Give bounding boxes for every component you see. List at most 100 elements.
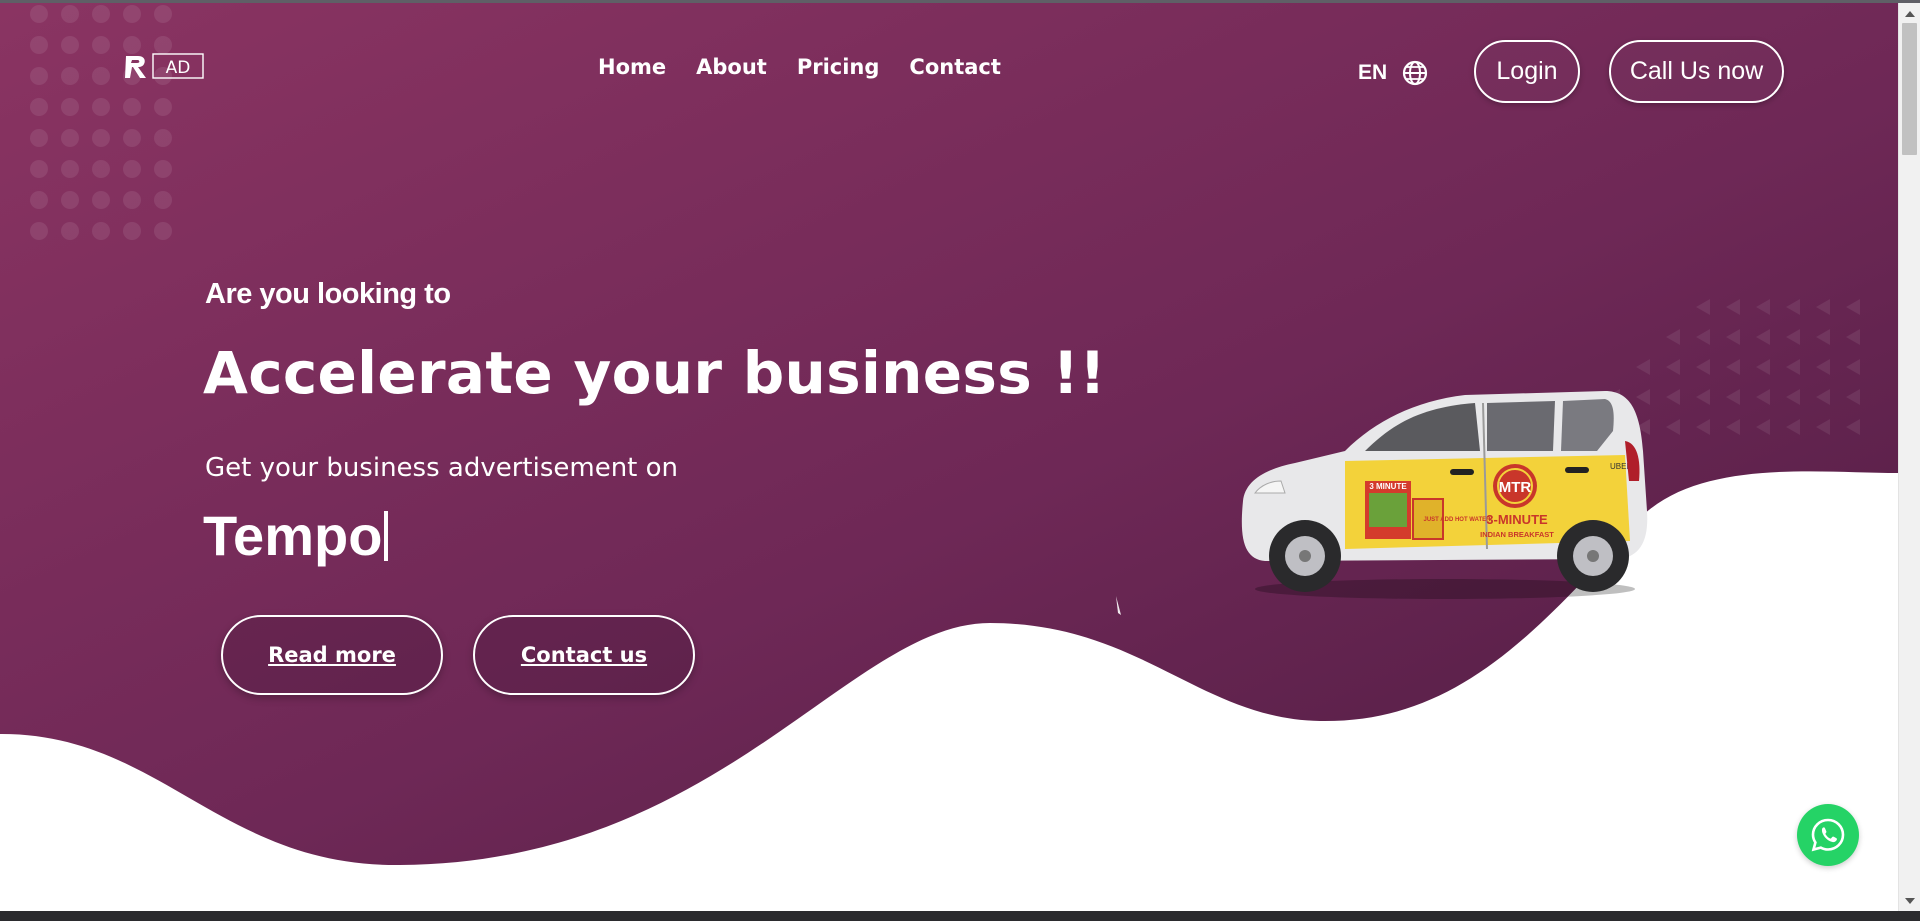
pattern-triangle — [1696, 419, 1710, 435]
advertised-car-image: 3 MINUTE JUST ADD HOT WATER MTR 3-MINUTE… — [1241, 391, 1648, 599]
nav-home[interactable]: Home — [598, 55, 666, 79]
scroll-down-arrow-icon[interactable] — [1905, 898, 1915, 904]
pattern-dot — [92, 222, 110, 240]
pattern-dot — [154, 5, 172, 23]
hero-section: AD Home About Pricing Contact EN Login C… — [0, 3, 1898, 911]
pattern-triangle — [1696, 329, 1710, 345]
pattern-dot — [154, 98, 172, 116]
page-scrollbar[interactable] — [1898, 3, 1920, 911]
pattern-triangle — [1726, 359, 1740, 375]
pattern-dot — [154, 160, 172, 178]
pattern-dot — [123, 129, 141, 147]
pattern-triangle — [1756, 419, 1770, 435]
pattern-triangle — [1786, 329, 1800, 345]
car-ad-tagline: 3-MINUTE — [1486, 512, 1548, 527]
scroll-up-arrow-icon[interactable] — [1905, 11, 1915, 17]
pattern-dot — [92, 129, 110, 147]
pattern-dot — [30, 5, 48, 23]
read-more-button[interactable]: Read more — [221, 615, 443, 695]
pattern-dot — [92, 191, 110, 209]
pattern-dot — [30, 160, 48, 178]
car-pack-note: JUST ADD HOT WATER — [1424, 517, 1492, 523]
pattern-triangle — [1666, 359, 1680, 375]
hero-headline: Accelerate your business !! — [203, 339, 1107, 407]
pattern-triangle — [1786, 359, 1800, 375]
pattern-dot — [123, 191, 141, 209]
pattern-triangle — [1816, 419, 1830, 435]
call-us-button[interactable]: Call Us now — [1609, 40, 1784, 103]
pattern-dot — [61, 67, 79, 85]
pattern-triangle — [1846, 419, 1860, 435]
pattern-triangle — [1846, 299, 1860, 315]
nav-pricing[interactable]: Pricing — [797, 55, 880, 79]
pattern-dot — [123, 160, 141, 178]
pattern-triangle — [1786, 389, 1800, 405]
pattern-dot — [61, 98, 79, 116]
pattern-dot — [30, 98, 48, 116]
page-viewport: AD Home About Pricing Contact EN Login C… — [0, 3, 1898, 911]
login-button[interactable]: Login — [1474, 40, 1580, 103]
pattern-dot — [92, 98, 110, 116]
browser-top-edge — [0, 0, 1920, 3]
pattern-triangle — [1816, 329, 1830, 345]
site-logo[interactable]: AD — [124, 52, 204, 80]
browser-bottom-edge — [0, 911, 1920, 921]
pattern-dot — [30, 36, 48, 54]
hero-kicker: Are you looking to — [205, 278, 451, 310]
pattern-triangle — [1696, 299, 1710, 315]
globe-icon — [1403, 60, 1428, 86]
pattern-dot — [30, 129, 48, 147]
scroll-thumb[interactable] — [1902, 23, 1917, 155]
pattern-dot — [123, 222, 141, 240]
typing-cursor — [384, 511, 389, 561]
pattern-dot — [92, 160, 110, 178]
pattern-dot — [123, 5, 141, 23]
pattern-triangle — [1846, 389, 1860, 405]
main-nav: Home About Pricing Contact — [598, 55, 1001, 79]
pattern-triangle — [1756, 359, 1770, 375]
pattern-triangle — [1756, 389, 1770, 405]
pattern-triangle — [1726, 419, 1740, 435]
pattern-triangle — [1786, 299, 1800, 315]
pattern-triangle — [1816, 359, 1830, 375]
pattern-dot — [61, 36, 79, 54]
pattern-dot — [61, 129, 79, 147]
pattern-dot — [61, 191, 79, 209]
pattern-triangle — [1636, 359, 1650, 375]
pattern-triangle — [1846, 359, 1860, 375]
whatsapp-button[interactable] — [1797, 804, 1859, 866]
pattern-triangle — [1846, 329, 1860, 345]
pattern-dot — [92, 36, 110, 54]
pattern-triangle — [1666, 389, 1680, 405]
pattern-dot — [30, 191, 48, 209]
pattern-dot — [123, 98, 141, 116]
pattern-dot — [30, 67, 48, 85]
pattern-triangle — [1726, 299, 1740, 315]
language-selector[interactable]: EN — [1358, 59, 1429, 87]
whatsapp-icon — [1811, 818, 1845, 852]
pattern-dot — [61, 5, 79, 23]
contact-us-button[interactable]: Contact us — [473, 615, 695, 695]
pattern-triangle — [1756, 329, 1770, 345]
pattern-dot — [30, 222, 48, 240]
dot-pattern — [0, 3, 172, 243]
pattern-triangle — [1666, 329, 1680, 345]
pattern-triangle — [1756, 299, 1770, 315]
pattern-triangle — [1696, 389, 1710, 405]
pattern-triangle — [1816, 389, 1830, 405]
pattern-triangle — [1726, 329, 1740, 345]
car-ad-subtag: INDIAN BREAKFAST — [1480, 530, 1554, 539]
nav-contact[interactable]: Contact — [909, 55, 1001, 79]
pattern-dot — [154, 222, 172, 240]
pattern-triangle — [1786, 419, 1800, 435]
car-pack-label: 3 MINUTE — [1369, 482, 1407, 491]
pattern-dot — [92, 5, 110, 23]
pattern-dot — [154, 129, 172, 147]
pattern-triangle — [1816, 299, 1830, 315]
nav-about[interactable]: About — [696, 55, 767, 79]
hero-subline: Get your business advertisement on — [205, 453, 679, 483]
logo-text: AD — [166, 58, 191, 78]
pattern-dot — [154, 191, 172, 209]
typed-vehicle-text: Tempo — [203, 503, 389, 568]
pattern-triangle — [1696, 359, 1710, 375]
